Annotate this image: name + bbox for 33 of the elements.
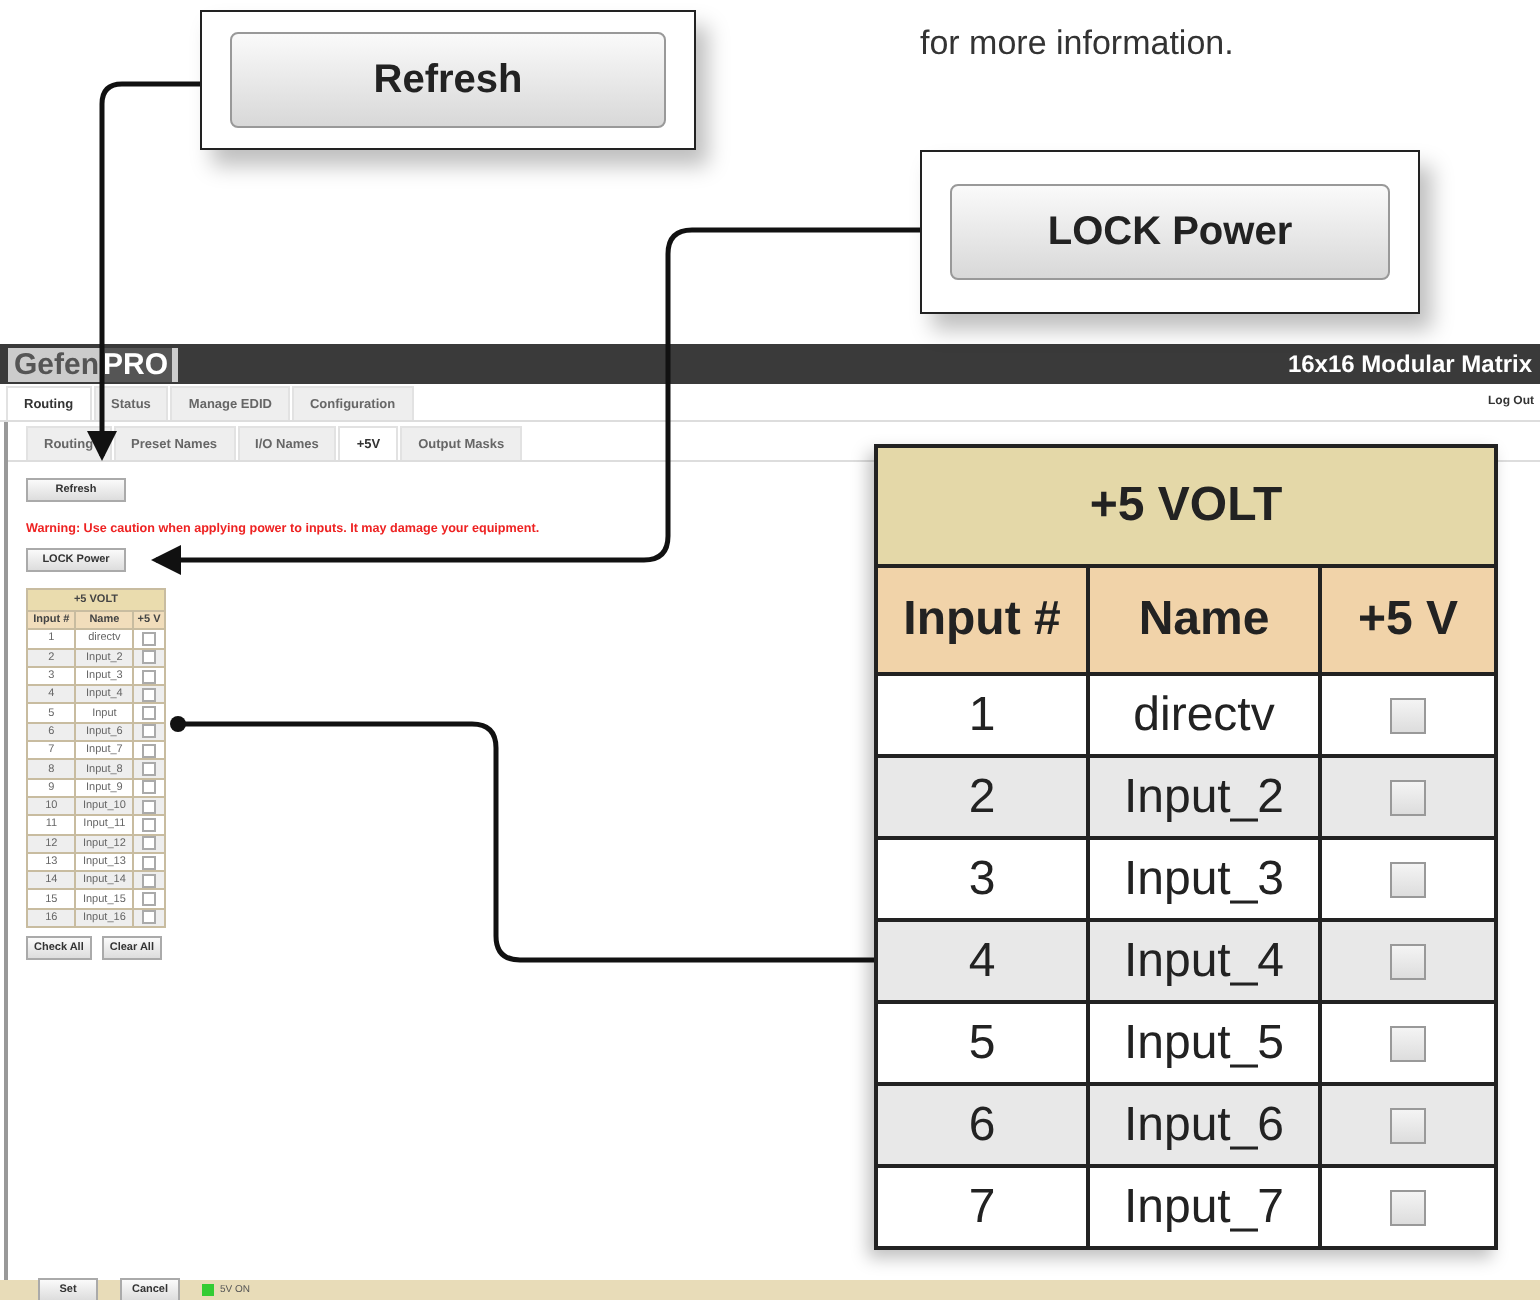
logo: Gefen PRO — [8, 347, 179, 381]
checkbox[interactable] — [142, 817, 157, 832]
checkbox[interactable] — [142, 687, 157, 702]
table-cell: Input_2 — [1088, 756, 1320, 838]
column-header: Name — [1088, 566, 1320, 674]
table-cell: 4 — [876, 920, 1088, 1002]
checkbox[interactable] — [142, 631, 157, 646]
checkbox[interactable] — [142, 892, 157, 907]
callout-button[interactable]: LOCK Power — [950, 184, 1390, 280]
product-title: 16x16 Modular Matrix — [1287, 350, 1532, 378]
table-cell: 6 — [876, 1084, 1088, 1166]
document-text: for more information. — [920, 24, 1234, 64]
column-header: +5 V — [1320, 566, 1496, 674]
table-cell: Input_7 — [1088, 1166, 1320, 1248]
checkbox[interactable] — [142, 836, 157, 851]
checkbox[interactable] — [142, 873, 157, 888]
checkbox[interactable] — [142, 650, 157, 665]
column-header: Input # — [876, 566, 1088, 674]
table-title: +5 VOLT — [876, 446, 1496, 566]
checkbox[interactable] — [142, 724, 157, 739]
table-cell: 7 — [876, 1166, 1088, 1248]
checkbox[interactable] — [142, 910, 157, 925]
checkbox[interactable] — [142, 762, 157, 777]
checkbox[interactable] — [142, 669, 157, 684]
table-cell: Input_6 — [1088, 1084, 1320, 1166]
callout-button[interactable]: Refresh — [230, 32, 666, 128]
checkbox[interactable] — [142, 706, 157, 721]
checkbox[interactable] — [142, 855, 157, 869]
checkbox[interactable] — [142, 780, 157, 795]
checkbox[interactable] — [142, 743, 157, 758]
table-cell: Input_4 — [1088, 920, 1320, 1002]
checkbox[interactable] — [142, 799, 157, 814]
table-cell: 2 — [876, 756, 1088, 838]
